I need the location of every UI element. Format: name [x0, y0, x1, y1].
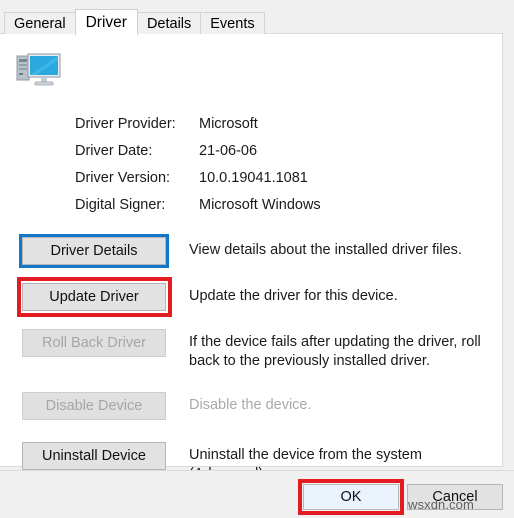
info-label-driver-date: Driver Date:: [75, 142, 153, 159]
disable-device-button-wrap: Disable Device: [22, 392, 174, 420]
action-row-update-driver: Update Driver Update the driver for this…: [0, 277, 503, 317]
driver-tab-panel: Driver Provider: Microsoft Driver Date: …: [0, 33, 503, 482]
info-value-driver-date: 21-06-06: [199, 142, 258, 159]
info-row-driver-version: Driver Version: 10.0.19041.1081: [75, 164, 475, 191]
driver-info-list: Driver Provider: Microsoft Driver Date: …: [75, 110, 475, 218]
update-driver-button-wrap: Update Driver: [17, 277, 174, 317]
driver-details-description: View details about the installed driver …: [189, 242, 462, 258]
info-row-driver-date: Driver Date: 21-06-06: [75, 137, 475, 164]
footer-separator: [0, 470, 514, 471]
roll-back-driver-button: Roll Back Driver: [22, 329, 166, 357]
action-row-driver-details: Driver Details View details about the in…: [0, 234, 503, 268]
disable-device-description: Disable the device.: [189, 397, 312, 413]
info-value-driver-provider: Microsoft: [199, 115, 258, 132]
info-label-driver-version: Driver Version:: [75, 169, 171, 186]
info-label-digital-signer: Digital Signer:: [75, 196, 166, 213]
disable-device-button: Disable Device: [22, 392, 166, 420]
site-watermark: wsxdn.com: [408, 497, 474, 512]
tab-strip: General Driver Details Events: [0, 8, 265, 35]
uninstall-device-button-wrap: Uninstall Device: [22, 442, 174, 470]
tab-events[interactable]: Events: [200, 12, 265, 34]
uninstall-device-button[interactable]: Uninstall Device: [22, 442, 166, 470]
tab-details[interactable]: Details: [136, 12, 202, 34]
action-row-roll-back-driver: Roll Back Driver If the device fails aft…: [0, 329, 503, 371]
update-driver-description: Update the driver for this device.: [189, 288, 398, 304]
action-row-disable-device: Disable Device Disable the device.: [0, 392, 503, 420]
driver-actions-list: Driver Details View details about the in…: [0, 234, 503, 484]
info-row-driver-provider: Driver Provider: Microsoft: [75, 110, 475, 137]
driver-details-button[interactable]: Driver Details: [22, 237, 166, 265]
roll-back-driver-description: If the device fails after updating the d…: [189, 334, 481, 369]
info-label-driver-provider: Driver Provider:: [75, 115, 176, 132]
driver-details-button-wrap: Driver Details: [19, 234, 174, 268]
info-value-digital-signer: Microsoft Windows: [199, 196, 321, 213]
device-properties-dialog: General Driver Details Events Driver Pro…: [0, 0, 514, 518]
info-row-digital-signer: Digital Signer: Microsoft Windows: [75, 191, 475, 218]
update-driver-button[interactable]: Update Driver: [22, 283, 166, 311]
ok-button[interactable]: OK: [303, 484, 399, 510]
computer-desktop-icon: [16, 50, 62, 90]
roll-back-driver-button-wrap: Roll Back Driver: [22, 329, 174, 357]
info-value-driver-version: 10.0.19041.1081: [199, 169, 308, 186]
tab-general[interactable]: General: [4, 12, 76, 34]
tab-driver[interactable]: Driver: [74, 9, 138, 35]
